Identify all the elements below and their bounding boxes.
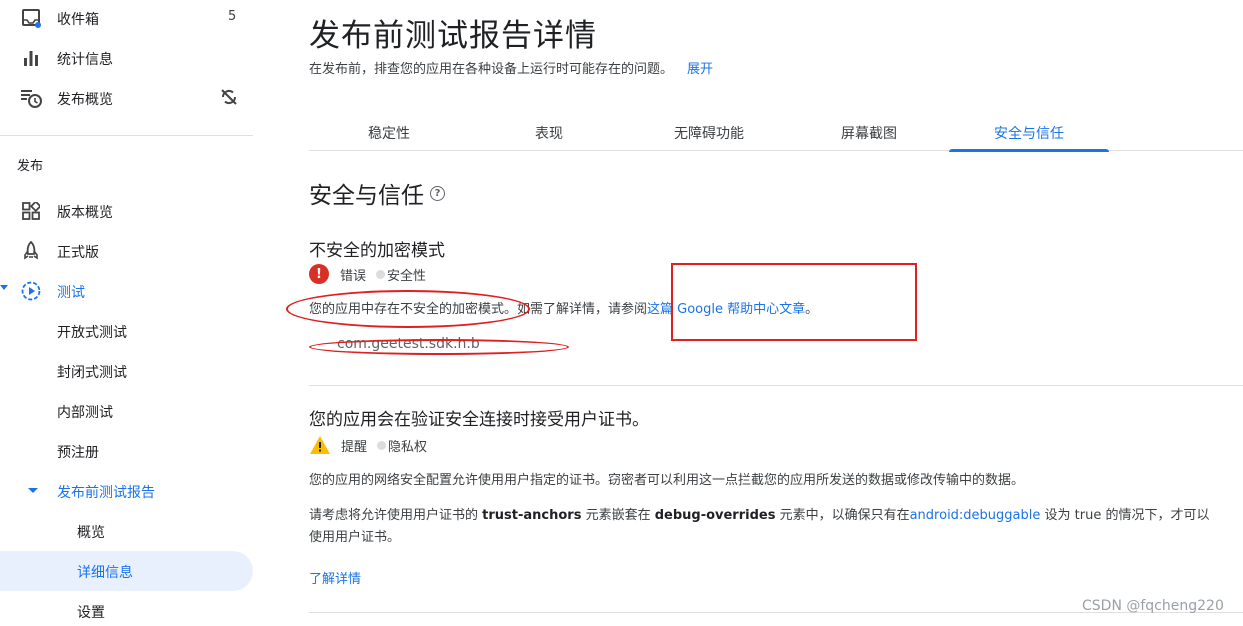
debug-overrides-code: debug-overrides [654, 508, 776, 523]
sidebar-item-label: 正式版 [57, 245, 99, 261]
tab-stability[interactable]: 稳定性 [309, 112, 469, 150]
p2-text: 元素嵌套在 [581, 508, 655, 523]
watermark: CSDN @fqcheng220 [1082, 598, 1224, 614]
publish-overview-icon [20, 87, 42, 109]
tab-security-trust[interactable]: 安全与信任 [949, 112, 1109, 152]
sidebar-item-statistics[interactable]: 统计信息 [0, 38, 253, 78]
annotation-ellipse [286, 290, 530, 328]
category-label: 隐私权 [388, 439, 428, 455]
sidebar-item-label: 发布前测试报告 [57, 485, 155, 501]
category-label: 安全性 [387, 268, 427, 284]
warning-icon [309, 435, 331, 455]
chevron-down-icon [22, 480, 44, 502]
sidebar-item-label: 收件箱 [57, 12, 99, 28]
issue-paragraph: 您的应用的网络安全配置允许使用用户指定的证书。窃密者可以利用这一点拦截您的应用所… [309, 473, 1025, 488]
sidebar-item-internal-testing[interactable]: 内部测试 [0, 391, 253, 431]
sidebar-item-publish-overview[interactable]: 发布概览 [0, 78, 253, 118]
sidebar-item-label: 测试 [57, 285, 85, 301]
inbox-icon [20, 7, 42, 29]
severity-label: 错误 [340, 268, 367, 284]
bar-chart-icon [20, 47, 42, 69]
annotation-rectangle [671, 263, 917, 341]
sidebar-item-pre-registration[interactable]: 预注册 [0, 431, 253, 471]
sidebar-item-version-overview[interactable]: 版本概览 [0, 191, 253, 231]
trust-anchors-code: trust-anchors [482, 508, 582, 523]
tab-performance[interactable]: 表现 [469, 112, 629, 150]
error-icon: ! [309, 264, 329, 284]
sidebar-item-label: 详细信息 [77, 565, 133, 581]
sidebar-item-label: 发布概览 [57, 92, 113, 108]
sidebar-item-closed-testing[interactable]: 封闭式测试 [0, 351, 253, 391]
page-subtitle: 在发布前，排查您的应用在各种设备上运行时可能存在的问题。 展开 [309, 58, 713, 77]
sidebar-item-label: 版本概览 [57, 205, 113, 221]
annotation-ellipse [309, 339, 569, 355]
expand-link[interactable]: 展开 [687, 62, 713, 77]
issue-title: 您的应用会在验证安全连接时接受用户证书。 [309, 410, 649, 430]
rocket-icon [20, 240, 42, 262]
inbox-count-badge: 5 [228, 9, 237, 24]
tab-screenshots[interactable]: 屏幕截图 [789, 112, 949, 150]
sidebar-item-inbox[interactable]: 收件箱 5 [0, 0, 253, 38]
sidebar: 收件箱 5 统计信息 发布概览 发布 版本概览 正式版 测试 开放式测试 封闭式… [0, 0, 255, 626]
issue-title: 不安全的加密模式 [309, 241, 445, 261]
p2-text: 请考虑将允许使用用户证书的 [309, 508, 483, 523]
page-subtitle-text: 在发布前，排查您的应用在各种设备上运行时可能存在的问题。 [309, 62, 674, 77]
page-title: 发布前测试报告详情 [309, 18, 597, 54]
sidebar-item-report-overview[interactable]: 概览 [0, 511, 253, 551]
sidebar-item-pre-launch-report[interactable]: 发布前测试报告 [0, 471, 253, 511]
sidebar-item-label: 概览 [77, 525, 105, 541]
section-heading-text: 安全与信任 [309, 183, 424, 209]
debuggable-link[interactable]: android:debuggable [910, 508, 1041, 523]
help-icon[interactable]: ? [430, 185, 445, 201]
sync-off-icon [220, 88, 238, 106]
issue-tags: 提醒 隐私权 [309, 435, 427, 455]
sidebar-item-label: 设置 [77, 605, 105, 621]
dashboard-icon [20, 200, 42, 222]
dot-icon [377, 440, 387, 450]
sidebar-item-open-testing[interactable]: 开放式测试 [0, 311, 253, 351]
sidebar-item-production[interactable]: 正式版 [0, 231, 253, 271]
play-circle-icon [20, 280, 42, 302]
sidebar-item-label: 开放式测试 [57, 325, 127, 341]
sidebar-item-testing[interactable]: 测试 [0, 271, 253, 311]
section-heading: 安全与信任 ? [309, 176, 445, 210]
learn-more-link[interactable]: 了解详情 [309, 568, 361, 587]
divider [309, 385, 1243, 386]
sidebar-item-report-settings[interactable]: 设置 [0, 591, 253, 626]
sidebar-item-label: 内部测试 [57, 405, 113, 421]
severity-label: 提醒 [341, 439, 368, 455]
dot-icon [376, 269, 386, 279]
issue-tags: ! 错误 安全性 [309, 264, 426, 284]
sidebar-divider [0, 135, 253, 136]
sidebar-item-report-details[interactable]: 详细信息 [0, 551, 253, 591]
tab-accessibility[interactable]: 无障碍功能 [629, 112, 789, 150]
sidebar-item-label: 统计信息 [57, 52, 113, 68]
p2-text: 元素中，以确保只有在 [775, 508, 910, 523]
sidebar-item-label: 封闭式测试 [57, 365, 127, 381]
tab-bar: 稳定性 表现 无障碍功能 屏幕截图 安全与信任 [309, 112, 1243, 152]
issue-paragraph-2: 请考虑将允许使用用户证书的 trust-anchors 元素嵌套在 debug-… [309, 505, 1219, 549]
sidebar-section-title: 发布 [17, 159, 44, 174]
sidebar-item-label: 预注册 [57, 445, 99, 461]
